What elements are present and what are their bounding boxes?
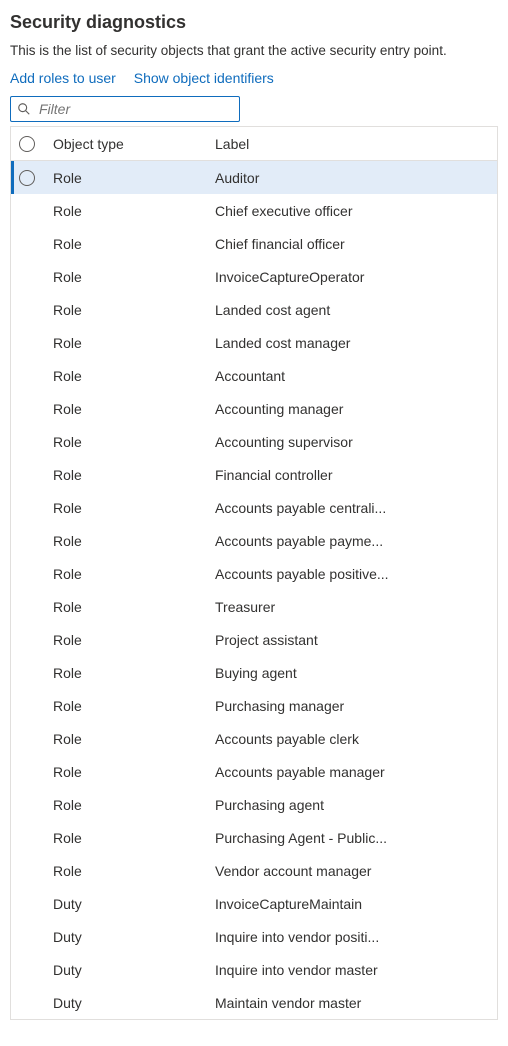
table-row[interactable]: RolePurchasing manager <box>11 689 497 722</box>
table-row[interactable]: RoleTreasurer <box>11 590 497 623</box>
table-row[interactable]: RoleAccounting manager <box>11 392 497 425</box>
cell-object-type: Role <box>53 863 215 879</box>
cell-object-type: Role <box>53 170 215 186</box>
table-row[interactable]: RolePurchasing Agent - Public... <box>11 821 497 854</box>
filter-input[interactable] <box>37 100 233 118</box>
cell-object-type: Role <box>53 236 215 252</box>
cell-label: Maintain vendor master <box>215 995 497 1011</box>
table-row[interactable]: RoleAccounts payable manager <box>11 755 497 788</box>
table-row[interactable]: RoleAccounts payable centrali... <box>11 491 497 524</box>
cell-object-type: Role <box>53 698 215 714</box>
cell-label: Auditor <box>215 170 497 186</box>
table-row[interactable]: RoleFinancial controller <box>11 458 497 491</box>
table-row[interactable]: DutyInquire into vendor master <box>11 953 497 986</box>
cell-label: Landed cost manager <box>215 335 497 351</box>
cell-label: Accountant <box>215 368 497 384</box>
cell-label: Project assistant <box>215 632 497 648</box>
cell-object-type: Role <box>53 533 215 549</box>
cell-object-type: Role <box>53 500 215 516</box>
cell-object-type: Role <box>53 764 215 780</box>
cell-object-type: Duty <box>53 929 215 945</box>
table-row[interactable]: DutyInvoiceCaptureMaintain <box>11 887 497 920</box>
cell-label: Financial controller <box>215 467 497 483</box>
cell-label: Inquire into vendor positi... <box>215 929 497 945</box>
cell-object-type: Role <box>53 632 215 648</box>
cell-object-type: Role <box>53 368 215 384</box>
cell-label: Accounts payable centrali... <box>215 500 497 516</box>
cell-object-type: Role <box>53 731 215 747</box>
table-row[interactable]: RoleBuying agent <box>11 656 497 689</box>
table-row[interactable]: DutyMaintain vendor master <box>11 986 497 1019</box>
row-select-cell[interactable] <box>19 170 53 186</box>
cell-label: Accounts payable payme... <box>215 533 497 549</box>
add-roles-link[interactable]: Add roles to user <box>10 70 116 86</box>
cell-label: InvoiceCaptureMaintain <box>215 896 497 912</box>
cell-label: Buying agent <box>215 665 497 681</box>
page-subtitle: This is the list of security objects tha… <box>10 43 498 58</box>
search-icon <box>17 102 31 116</box>
table-row[interactable]: RoleChief executive officer <box>11 194 497 227</box>
cell-object-type: Duty <box>53 962 215 978</box>
cell-label: Chief executive officer <box>215 203 497 219</box>
select-all-radio[interactable] <box>19 136 35 152</box>
cell-object-type: Role <box>53 203 215 219</box>
show-object-ids-link[interactable]: Show object identifiers <box>134 70 274 86</box>
cell-object-type: Role <box>53 566 215 582</box>
select-all-cell[interactable] <box>19 136 53 152</box>
table-row[interactable]: RoleAccounts payable clerk <box>11 722 497 755</box>
cell-label: Accounts payable manager <box>215 764 497 780</box>
table-row[interactable]: RoleVendor account manager <box>11 854 497 887</box>
security-grid: Object type Label RoleAuditorRoleChief e… <box>10 126 498 1020</box>
cell-label: Purchasing manager <box>215 698 497 714</box>
cell-label: Landed cost agent <box>215 302 497 318</box>
cell-object-type: Role <box>53 797 215 813</box>
cell-label: InvoiceCaptureOperator <box>215 269 497 285</box>
cell-object-type: Role <box>53 269 215 285</box>
cell-object-type: Role <box>53 302 215 318</box>
cell-label: Accounts payable clerk <box>215 731 497 747</box>
cell-object-type: Role <box>53 830 215 846</box>
cell-object-type: Role <box>53 401 215 417</box>
cell-label: Accounts payable positive... <box>215 566 497 582</box>
cell-label: Treasurer <box>215 599 497 615</box>
cell-object-type: Duty <box>53 896 215 912</box>
table-row[interactable]: RoleLanded cost agent <box>11 293 497 326</box>
cell-object-type: Role <box>53 599 215 615</box>
row-radio[interactable] <box>19 170 35 186</box>
cell-label: Inquire into vendor master <box>215 962 497 978</box>
table-row[interactable]: RolePurchasing agent <box>11 788 497 821</box>
cell-object-type: Role <box>53 467 215 483</box>
cell-object-type: Role <box>53 665 215 681</box>
table-row[interactable]: RoleAccounts payable payme... <box>11 524 497 557</box>
cell-object-type: Duty <box>53 995 215 1011</box>
col-header-label[interactable]: Label <box>215 136 497 152</box>
cell-label: Accounting supervisor <box>215 434 497 450</box>
action-bar: Add roles to user Show object identifier… <box>10 70 498 86</box>
table-row[interactable]: RoleInvoiceCaptureOperator <box>11 260 497 293</box>
table-row[interactable]: DutyInquire into vendor positi... <box>11 920 497 953</box>
cell-label: Chief financial officer <box>215 236 497 252</box>
page-title: Security diagnostics <box>10 12 498 33</box>
cell-label: Purchasing agent <box>215 797 497 813</box>
grid-header: Object type Label <box>11 127 497 161</box>
cell-object-type: Role <box>53 434 215 450</box>
table-row[interactable]: RoleProject assistant <box>11 623 497 656</box>
col-header-object-type[interactable]: Object type <box>53 136 215 152</box>
cell-object-type: Role <box>53 335 215 351</box>
cell-label: Vendor account manager <box>215 863 497 879</box>
table-row[interactable]: RoleAccountant <box>11 359 497 392</box>
table-row[interactable]: RoleChief financial officer <box>11 227 497 260</box>
cell-label: Accounting manager <box>215 401 497 417</box>
filter-box[interactable] <box>10 96 240 122</box>
cell-label: Purchasing Agent - Public... <box>215 830 497 846</box>
table-row[interactable]: RoleAccounts payable positive... <box>11 557 497 590</box>
table-row[interactable]: RoleAccounting supervisor <box>11 425 497 458</box>
table-row[interactable]: RoleAuditor <box>11 161 497 194</box>
table-row[interactable]: RoleLanded cost manager <box>11 326 497 359</box>
